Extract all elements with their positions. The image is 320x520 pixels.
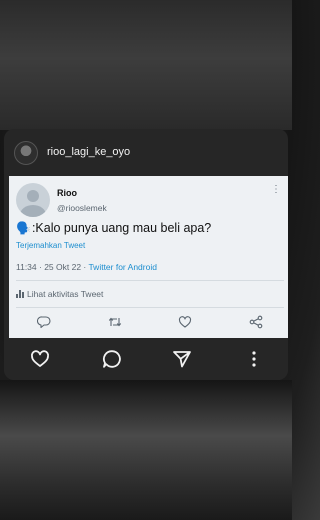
- tweet-body: :Kalo punya uang mau beli apa?: [31, 221, 212, 235]
- background-blur-bottom: [0, 380, 292, 520]
- speaking-head-emoji: 🗣️: [16, 221, 31, 235]
- post-action-bar: [4, 338, 288, 380]
- reply-icon: [37, 316, 51, 329]
- tweet-meta: 11:34 · 25 Okt 22 · Twitter for Android: [16, 262, 157, 272]
- tweet-source: Twitter for Android: [88, 262, 157, 272]
- divider: [16, 307, 284, 308]
- like-icon: [178, 316, 192, 328]
- tweet-actions: [9, 312, 288, 332]
- tweet-card: Rioo @riooslemek ⋮ 🗣️:Kalo punya uang ma…: [9, 176, 288, 338]
- tweet-more-icon: ⋮: [271, 184, 281, 195]
- post-header: rioo_lagi_ke_oyo: [4, 129, 288, 176]
- bar-chart-icon: [16, 290, 24, 298]
- tweet-timestamp: 11:34 · 25 Okt 22 ·: [16, 262, 89, 272]
- tweet-handle: @riooslemek: [57, 203, 107, 213]
- divider: [16, 280, 284, 281]
- more-vertical-icon[interactable]: [244, 349, 264, 369]
- post-panel: rioo_lagi_ke_oyo Rioo @riooslemek ⋮ 🗣️:K…: [4, 129, 288, 380]
- translate-link: Terjemahkan Tweet: [16, 241, 86, 250]
- heart-icon[interactable]: [30, 349, 50, 369]
- profile-avatar[interactable]: [14, 141, 38, 165]
- activity-label: Lihat aktivitas Tweet: [27, 289, 104, 299]
- retweet-icon: [108, 317, 122, 327]
- tweet-activity: Lihat aktivitas Tweet: [16, 289, 103, 299]
- tweet-name: Rioo: [57, 188, 77, 198]
- username[interactable]: rioo_lagi_ke_oyo: [47, 146, 130, 158]
- tweet-text: 🗣️:Kalo punya uang mau beli apa?: [16, 221, 211, 235]
- comment-icon[interactable]: [102, 349, 122, 369]
- send-icon[interactable]: [172, 349, 192, 369]
- tweet-avatar: [16, 183, 50, 217]
- background-blur-top: [0, 0, 292, 130]
- share-icon: [249, 315, 263, 329]
